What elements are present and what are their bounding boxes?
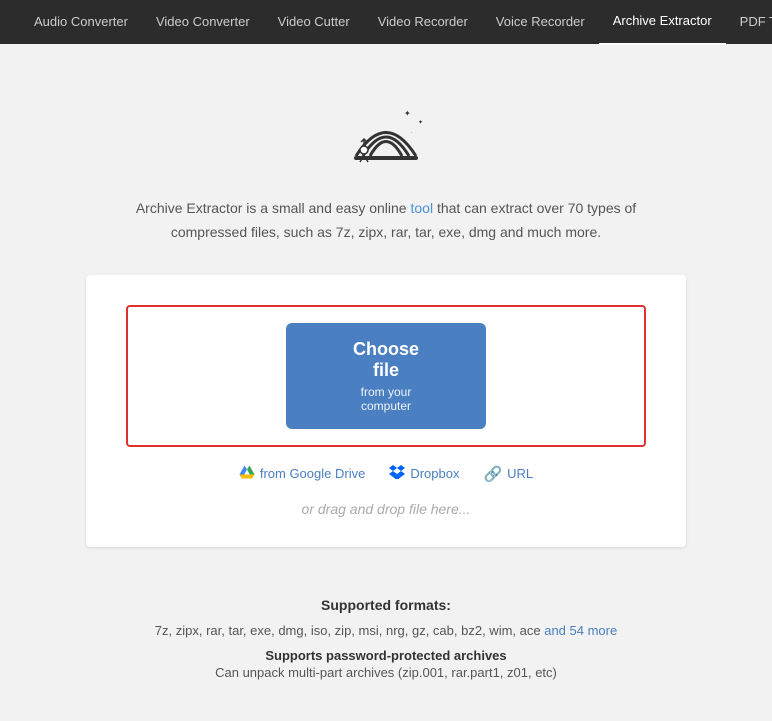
drop-zone[interactable]: Choose file from your computer: [126, 305, 646, 447]
choose-file-sublabel: from your computer: [346, 385, 426, 413]
formats-list: 7z, zipx, rar, tar, exe, dmg, iso, zip, …: [155, 619, 617, 642]
hero-description: Archive Extractor is a small and easy on…: [136, 197, 636, 245]
url-icon: 🔗: [483, 465, 502, 483]
choose-file-button[interactable]: Choose file from your computer: [286, 323, 486, 429]
tool-link[interactable]: tool: [411, 200, 434, 216]
svg-text:·: ·: [411, 130, 413, 136]
supported-section: Supported formats: 7z, zipx, rar, tar, e…: [155, 597, 617, 680]
formats-text: 7z, zipx, rar, tar, exe, dmg, iso, zip, …: [155, 623, 541, 638]
svg-text:✦: ✦: [418, 119, 423, 126]
feature-password: Supports password-protected archives: [155, 648, 617, 663]
svg-text:✦: ✦: [404, 109, 411, 118]
formats-more-link[interactable]: and 54 more: [544, 623, 617, 638]
supported-title: Supported formats:: [155, 597, 617, 613]
nav-archive-extractor[interactable]: Archive Extractor: [599, 0, 726, 45]
navigation: Audio Converter Video Converter Video Cu…: [0, 0, 772, 44]
nav-video-converter[interactable]: Video Converter: [142, 0, 264, 44]
upload-card: Choose file from your computer from Goog…: [86, 275, 686, 547]
drag-drop-text: or drag and drop file here...: [302, 501, 471, 517]
source-links: from Google Drive Dropbox 🔗 URL: [239, 465, 533, 483]
nav-pdf-tools[interactable]: PDF Tools: [726, 0, 772, 44]
url-link[interactable]: 🔗 URL: [483, 465, 533, 483]
choose-file-label: Choose file: [346, 339, 426, 381]
hero-icon: ✦ ✦ ·: [346, 104, 426, 177]
nav-video-cutter[interactable]: Video Cutter: [264, 0, 364, 44]
nav-video-recorder[interactable]: Video Recorder: [364, 0, 482, 44]
nav-audio-converter[interactable]: Audio Converter: [20, 0, 142, 44]
google-drive-link[interactable]: from Google Drive: [239, 465, 365, 483]
url-label: URL: [507, 466, 533, 481]
dropbox-icon: [389, 465, 405, 483]
dropbox-link[interactable]: Dropbox: [389, 465, 459, 483]
nav-voice-recorder[interactable]: Voice Recorder: [482, 0, 599, 44]
feature-multipart: Can unpack multi-part archives (zip.001,…: [155, 665, 617, 680]
google-drive-label: from Google Drive: [260, 466, 365, 481]
google-drive-icon: [239, 465, 255, 483]
dropbox-label: Dropbox: [410, 466, 459, 481]
main-content: ✦ ✦ · Archive Extractor is a small and e…: [0, 44, 772, 720]
